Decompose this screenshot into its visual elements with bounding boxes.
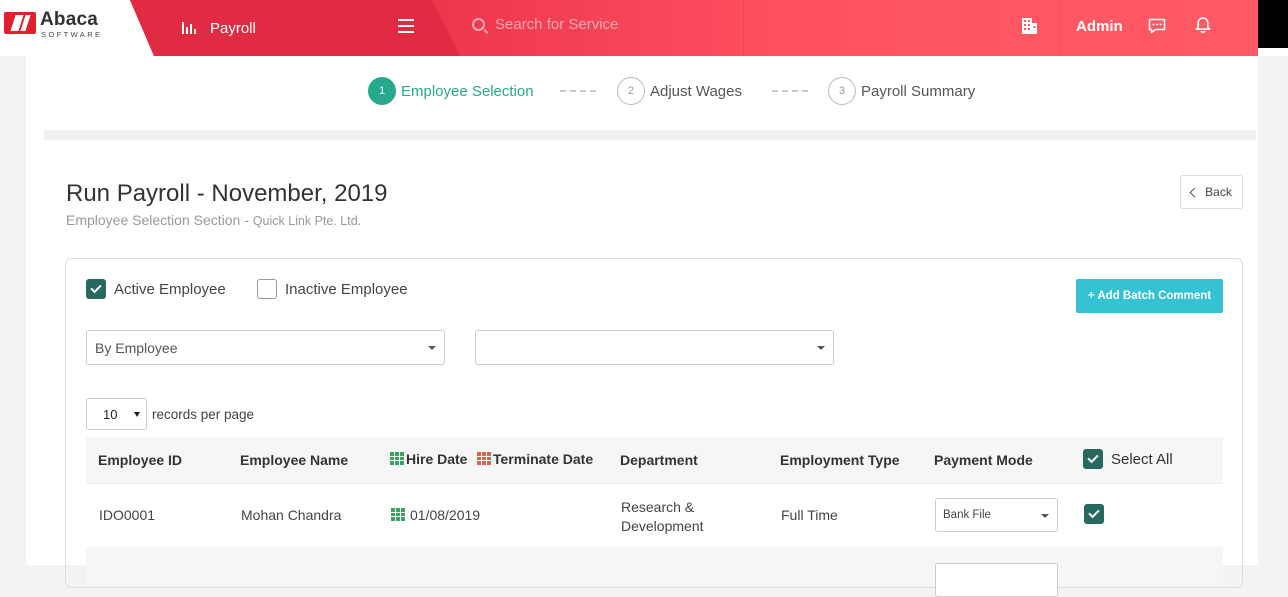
inactive-employee-label: Inactive Employee [285,280,408,298]
inactive-employee-filter[interactable]: Inactive Employee [257,279,408,299]
step-employee-selection[interactable]: 1 Employee Selection [368,77,534,105]
employee-selection-card: Active Employee Inactive Employee + Add … [65,258,1243,597]
select-all-checkbox[interactable] [1083,449,1103,469]
payment-mode-select[interactable]: Bank File [935,498,1058,532]
hire-date-value: 01/08/2019 [410,507,481,523]
search-placeholder[interactable]: Search for Service [495,16,618,33]
service-search[interactable]: Search for Service [472,16,618,33]
records-per-page-select[interactable]: 10 [86,398,147,430]
caret-down-icon [428,346,436,350]
step-adjust-wages[interactable]: 2 Adjust Wages [617,77,742,105]
payroll-stepper: 1 Employee Selection 2 Adjust Wages 3 Pa… [26,56,1258,128]
chat-icon[interactable] [1148,18,1166,34]
step-connector [560,90,596,92]
active-employee-label: Active Employee [114,280,226,298]
group-by-value: By Employee [95,339,178,356]
calendar-icon [477,452,491,465]
cell-department: Research & Development [621,498,704,536]
records-per-page-label: records per page [152,406,255,422]
abaca-logo-icon [4,12,36,34]
caret-down-icon [817,346,825,350]
caret-down-icon [1041,514,1049,518]
col-terminate-date[interactable]: Terminate Date [477,451,593,467]
menu-hamburger-icon[interactable] [398,19,414,33]
active-employee-filter[interactable]: Active Employee [86,279,226,299]
step-label: Adjust Wages [650,82,742,100]
col-department[interactable]: Department [620,452,698,468]
step-number: 3 [828,77,856,105]
page-title: Run Payroll - November, 2019 [66,180,388,207]
department-line: Research & [621,499,695,515]
cell-hire-date: 01/08/2019 [391,507,480,523]
step-number: 1 [368,77,396,105]
col-hire-date-label: Hire Date [406,451,468,467]
table-row: IDO0001 Mohan Chandra 01/08/2019 Researc… [86,483,1223,547]
logo-name: Abaca [40,9,99,30]
inactive-employee-checkbox[interactable] [257,279,277,299]
logo-subtitle: SOFTWARE [41,30,103,39]
back-button[interactable]: Back [1180,175,1243,209]
caret-down-icon [134,412,140,417]
company-building-icon[interactable] [1021,17,1038,34]
main-panel: 1 Employee Selection 2 Adjust Wages 3 Pa… [26,56,1258,597]
payment-mode-value: Bank File [943,509,991,521]
back-label: Back [1205,185,1232,199]
col-hire-date[interactable]: Hire Date [390,451,467,467]
nav-module-payroll[interactable]: Payroll [182,18,256,38]
step-label: Payroll Summary [861,82,976,100]
department-line: Development [621,518,704,534]
records-per-page-value: 10 [103,406,118,422]
step-label: Employee Selection [401,82,534,100]
page-subtitle: Employee Selection Section - Quick Link … [66,212,361,228]
col-payment-mode[interactable]: Payment Mode [934,452,1033,468]
col-terminate-date-label: Terminate Date [493,451,594,467]
company-name: Quick Link Pte. Ltd. [252,214,362,228]
chevron-left-icon [1189,187,1200,197]
header-divider [1060,0,1061,56]
select-all-label: Select All [1111,450,1173,468]
step-number: 2 [617,77,645,105]
col-employment-type[interactable]: Employment Type [780,452,900,468]
notification-bell-icon[interactable] [1194,16,1212,34]
calendar-icon [391,508,405,521]
bar-chart-icon [182,22,196,34]
records-per-page: 10 records per page [86,398,254,430]
table-row [86,547,1223,597]
row-select-checkbox[interactable] [1084,504,1104,524]
table-header: Employee ID Employee Name Hire Date Term… [86,437,1223,483]
cell-employment-type: Full Time [781,507,838,523]
header-divider [743,0,744,56]
filter-value-select[interactable] [475,330,834,365]
top-navbar: Abaca SOFTWARE Payroll Search for Servic… [0,0,1288,56]
cell-employee-name: Mohan Chandra [241,507,342,523]
active-employee-checkbox[interactable] [86,279,106,299]
step-payroll-summary[interactable]: 3 Payroll Summary [828,77,975,105]
col-employee-name[interactable]: Employee Name [240,452,348,468]
abaca-logo[interactable]: Abaca SOFTWARE [0,0,140,52]
window-edge [1258,0,1288,48]
step-connector [772,90,808,92]
cell-employee-id: IDO0001 [99,507,156,523]
group-by-select[interactable]: By Employee [86,330,445,365]
calendar-icon [390,452,404,465]
col-employee-id[interactable]: Employee ID [98,452,182,468]
select-all[interactable]: Select All [1083,449,1173,469]
section-separator [44,130,1256,140]
payment-mode-select[interactable] [935,563,1058,597]
subtitle-text: Employee Selection Section - [66,212,253,228]
user-menu[interactable]: Admin [1076,18,1123,35]
add-batch-comment-button[interactable]: + Add Batch Comment [1076,279,1223,313]
nav-module-label: Payroll [210,19,256,37]
search-icon [472,18,485,31]
